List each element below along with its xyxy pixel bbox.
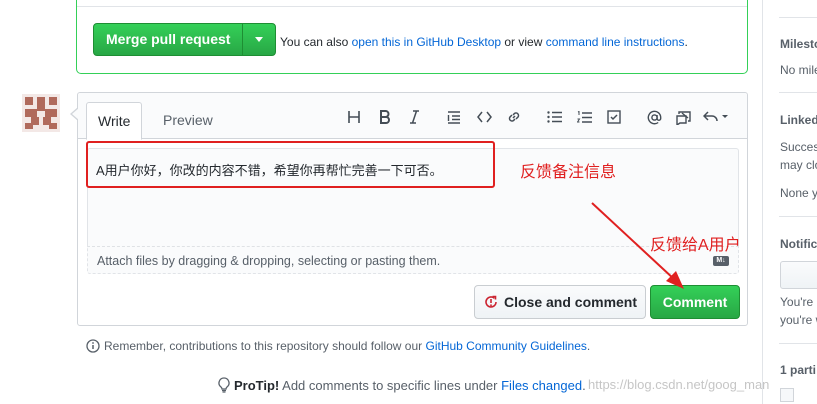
sidebar-milestone-heading[interactable]: Milesto (780, 37, 817, 51)
sidebar-notifications-text: you're w (780, 313, 817, 327)
sidebar-notifications-heading: Notific (780, 237, 817, 251)
protip-text: Add comments to specific lines under (279, 377, 502, 393)
sidebar-notifications-text: You're (780, 295, 814, 309)
sidebar-milestone-value: No mile (780, 63, 817, 77)
sidebar-linked-heading[interactable]: Linked (780, 113, 817, 127)
sidebar-divider (779, 343, 817, 344)
watermark: https://blog.csdn.net/goog_man (588, 377, 770, 392)
participant-avatar[interactable] (780, 388, 794, 402)
discussion-sidebar: Milesto No mile Linked Success may clo N… (762, 0, 817, 404)
files-changed-link[interactable]: Files changed (501, 378, 582, 393)
reminder-suffix: . (586, 339, 591, 353)
sidebar-linked-text: may clo (780, 158, 817, 172)
sidebar-divider (779, 92, 817, 93)
notifications-subscribe-button[interactable] (780, 261, 817, 289)
reminder-text: Remember, contributions to this reposito… (104, 339, 426, 353)
community-guidelines-link[interactable]: GitHub Community Guidelines (426, 339, 587, 353)
light-bulb-icon (218, 377, 230, 393)
sidebar-linked-value: None y (780, 186, 817, 200)
protip: ProTip! Add comments to specific lines u… (218, 377, 586, 393)
sidebar-divider (779, 216, 817, 217)
protip-label: ProTip! (234, 377, 280, 393)
info-icon (86, 339, 100, 353)
sidebar-linked-text: Success (780, 140, 817, 154)
sidebar-divider (779, 17, 817, 18)
sidebar-participants-heading: 1 parti (780, 363, 817, 377)
protip-suffix: . (582, 377, 586, 393)
contribution-reminder: Remember, contributions to this reposito… (86, 339, 590, 353)
